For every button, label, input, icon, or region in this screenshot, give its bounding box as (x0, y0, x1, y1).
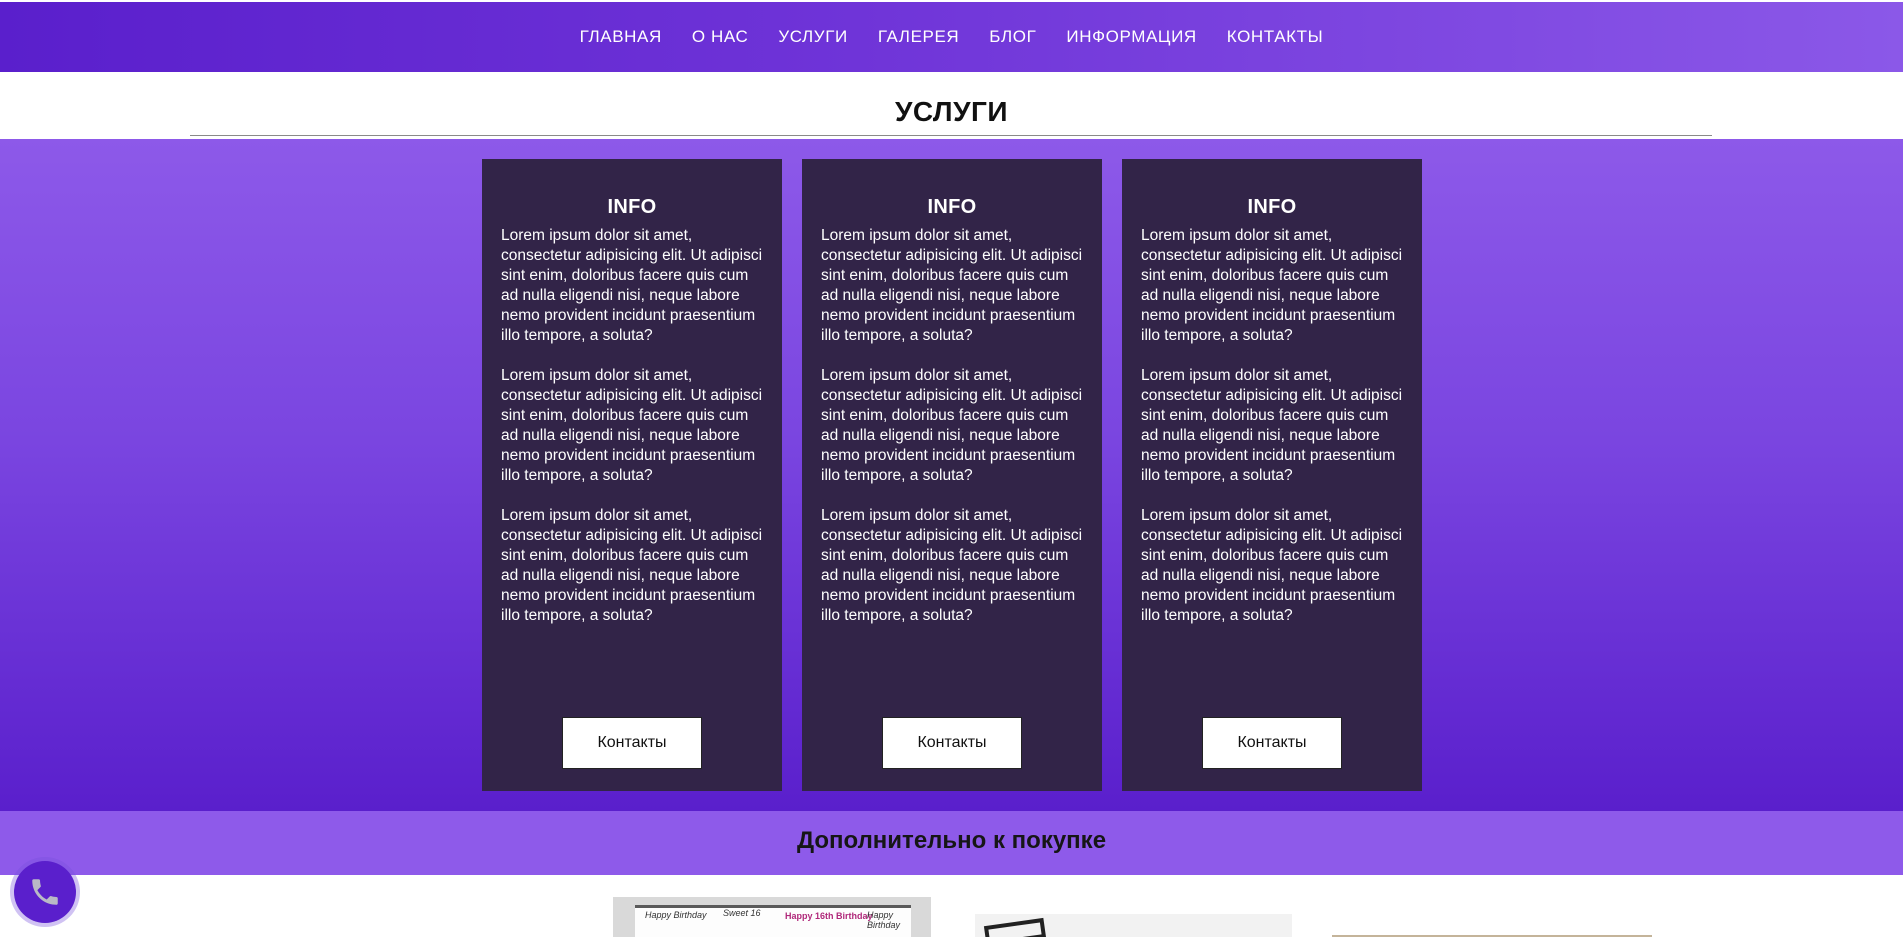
nav-item-gallery[interactable]: ГАЛЕРЕЯ (878, 27, 959, 46)
top-navigation: ГЛАВНАЯ О НАС УСЛУГИ ГАЛЕРЕЯ БЛОГ ИНФОРМ… (0, 0, 1903, 72)
card-paragraph: Lorem ipsum dolor sit amet, consectetur … (821, 227, 1083, 344)
card-text: Lorem ipsum dolor sit amet, consectetur … (501, 226, 766, 646)
extras-gallery: Happy Birthday Sweet 16 Happy 16th Birth… (0, 875, 1903, 937)
services-section: INFO Lorem ipsum dolor sit amet, consect… (0, 139, 1903, 811)
nav-item-about[interactable]: О НАС (692, 27, 748, 46)
page-title: УСЛУГИ (894, 96, 1008, 127)
extra-product-image[interactable]: Happy Birthday Sweet 16 Happy 16th Birth… (613, 897, 931, 937)
nav-item-blog[interactable]: БЛОГ (989, 27, 1036, 46)
call-button[interactable] (14, 861, 76, 923)
photo-frame-image (983, 917, 1047, 937)
title-divider (190, 135, 1712, 136)
extras-header: Дополнительно к покупке (0, 811, 1903, 875)
card-paragraph: Lorem ipsum dolor sit amet, consectetur … (501, 227, 763, 344)
nav-item-services[interactable]: УСЛУГИ (778, 27, 848, 46)
nav-item-information[interactable]: ИНФОРМАЦИЯ (1066, 27, 1196, 46)
birthday-banner-image: Happy Birthday Sweet 16 Happy 16th Birth… (635, 905, 911, 937)
phone-icon (32, 879, 58, 905)
nav-item-home[interactable]: ГЛАВНАЯ (580, 27, 662, 46)
banner-text: Happy 16th Birthday (785, 911, 873, 921)
service-card: INFO Lorem ipsum dolor sit amet, consect… (802, 159, 1102, 791)
nav-menu: ГЛАВНАЯ О НАС УСЛУГИ ГАЛЕРЕЯ БЛОГ ИНФОРМ… (565, 27, 1339, 47)
nav-item-contacts[interactable]: КОНТАКТЫ (1227, 27, 1324, 46)
banner-text: Happy Birthday (867, 910, 901, 930)
card-paragraph: Lorem ipsum dolor sit amet, consectetur … (1141, 507, 1403, 624)
banner-text: Happy Birthday (645, 910, 707, 920)
page-heading-section: УСЛУГИ (0, 72, 1903, 139)
card-title: INFO (1247, 196, 1297, 218)
card-paragraph: Lorem ipsum dolor sit amet, consectetur … (501, 507, 763, 624)
banner-text: Sweet 16 (723, 908, 761, 918)
contacts-button[interactable]: Контакты (1202, 717, 1342, 769)
card-paragraph: Lorem ipsum dolor sit amet, consectetur … (1141, 367, 1403, 484)
card-paragraph: Lorem ipsum dolor sit amet, consectetur … (1141, 227, 1403, 344)
card-title: INFO (927, 196, 977, 218)
card-text: Lorem ipsum dolor sit amet, consectetur … (1141, 226, 1406, 646)
card-text: Lorem ipsum dolor sit amet, consectetur … (821, 226, 1086, 646)
card-paragraph: Lorem ipsum dolor sit amet, consectetur … (501, 367, 763, 484)
service-card: INFO Lorem ipsum dolor sit amet, consect… (482, 159, 782, 791)
extra-product-image[interactable] (975, 914, 1292, 937)
service-card: INFO Lorem ipsum dolor sit amet, consect… (1122, 159, 1422, 791)
card-title: INFO (607, 196, 657, 218)
card-paragraph: Lorem ipsum dolor sit amet, consectetur … (821, 367, 1083, 484)
card-paragraph: Lorem ipsum dolor sit amet, consectetur … (821, 507, 1083, 624)
contacts-button[interactable]: Контакты (562, 717, 702, 769)
extras-title: Дополнительно к покупке (796, 827, 1107, 854)
contacts-button[interactable]: Контакты (882, 717, 1022, 769)
